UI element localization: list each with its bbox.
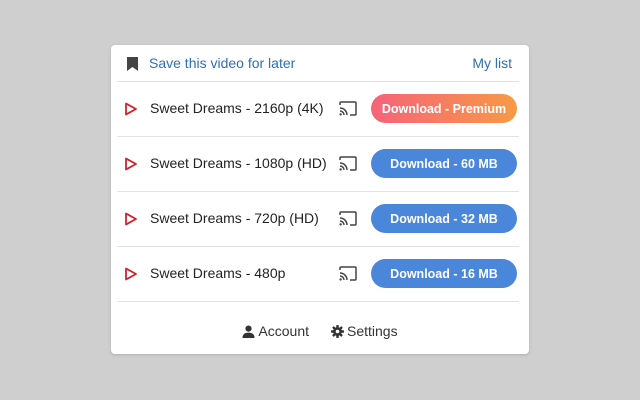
download-row-2160p: Sweet Dreams - 2160p (4K) Download - Pre…	[117, 81, 519, 136]
cast-icon[interactable]	[339, 266, 357, 281]
settings-link[interactable]: Settings	[331, 323, 398, 339]
download-row-720p: Sweet Dreams - 720p (HD) Download - 32 M…	[117, 191, 519, 246]
download-premium-button[interactable]: Download - Premium	[371, 94, 517, 123]
user-icon	[242, 325, 255, 338]
video-title: Sweet Dreams - 720p (HD)	[150, 210, 319, 226]
settings-label: Settings	[347, 323, 398, 339]
cast-icon[interactable]	[339, 211, 357, 226]
cast-icon[interactable]	[339, 156, 357, 171]
video-download-panel: Save this video for later My list Sweet …	[111, 45, 529, 354]
account-link[interactable]: Account	[242, 323, 309, 339]
video-title: Sweet Dreams - 480p	[150, 265, 286, 281]
gear-icon	[331, 324, 344, 338]
panel-header: Save this video for later My list	[111, 45, 529, 81]
play-icon[interactable]	[124, 212, 138, 226]
download-row-480p: Sweet Dreams - 480p Download - 16 MB	[117, 246, 519, 302]
panel-footer: Account Settings	[111, 317, 529, 345]
bookmark-icon[interactable]	[127, 57, 138, 71]
video-title: Sweet Dreams - 2160p (4K)	[150, 100, 324, 116]
download-720p-button[interactable]: Download - 32 MB	[371, 204, 517, 233]
play-icon[interactable]	[124, 102, 138, 116]
account-label: Account	[258, 323, 309, 339]
download-row-1080p: Sweet Dreams - 1080p (HD) Download - 60 …	[117, 136, 519, 191]
download-list: Sweet Dreams - 2160p (4K) Download - Pre…	[117, 81, 519, 302]
play-icon[interactable]	[124, 267, 138, 281]
video-title: Sweet Dreams - 1080p (HD)	[150, 155, 327, 171]
download-480p-button[interactable]: Download - 16 MB	[371, 259, 517, 288]
my-list-link[interactable]: My list	[472, 55, 512, 71]
cast-icon[interactable]	[339, 101, 357, 116]
save-for-later-link[interactable]: Save this video for later	[149, 55, 295, 71]
download-1080p-button[interactable]: Download - 60 MB	[371, 149, 517, 178]
play-icon[interactable]	[124, 157, 138, 171]
